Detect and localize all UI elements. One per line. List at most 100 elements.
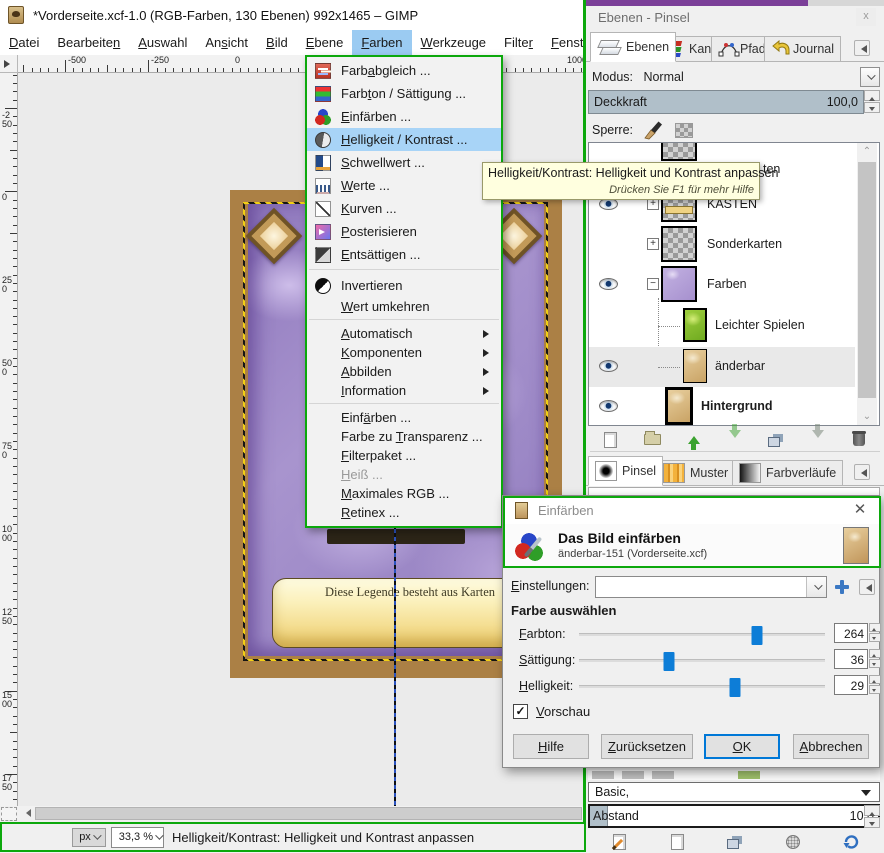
unit-select[interactable]: px xyxy=(72,828,106,847)
spin-down-icon[interactable] xyxy=(864,817,880,828)
menu-item-wert-umkehren[interactable]: Wert umkehren xyxy=(307,297,501,316)
dock-drag-strip[interactable] xyxy=(586,0,808,6)
ok-button[interactable]: OK xyxy=(704,734,780,759)
menu-werkzeuge[interactable]: Werkzeuge xyxy=(412,30,496,55)
menu-item-entsättigen[interactable]: Entsättigen ... xyxy=(307,243,501,266)
hilfe-button[interactable]: Hilfe xyxy=(513,734,589,759)
menu-item-einfärben[interactable]: Einfärben ... xyxy=(307,105,501,128)
dock-menu-button[interactable] xyxy=(854,40,870,56)
menu-ansicht[interactable]: Ansicht xyxy=(196,30,257,55)
edit-brush-button[interactable] xyxy=(606,831,632,853)
spin-up-icon[interactable] xyxy=(869,623,881,632)
brush-preset-select[interactable]: Basic, xyxy=(588,782,880,802)
slider-track[interactable] xyxy=(579,633,825,636)
spin-down-icon[interactable] xyxy=(869,659,881,668)
layer-row-hintergrund[interactable]: Hintergrund xyxy=(589,387,855,426)
tab-journal[interactable]: Journal xyxy=(764,36,841,62)
mode-dropdown-button[interactable] xyxy=(860,67,880,87)
raise-layer-button[interactable] xyxy=(681,429,707,451)
dialog-close-button[interactable]: ✕ xyxy=(849,499,871,521)
spin-down-icon[interactable] xyxy=(869,685,881,694)
spin-down-icon[interactable] xyxy=(869,633,881,642)
expander-plus-icon[interactable]: + xyxy=(647,238,659,250)
layer-row-farben[interactable]: −Farben xyxy=(589,265,855,305)
opacity-slider[interactable]: Deckkraft 100,0 xyxy=(588,90,864,114)
delete-layer-button[interactable] xyxy=(846,429,872,451)
horizontal-scrollbar[interactable] xyxy=(18,806,584,821)
lock-alpha-toggle[interactable] xyxy=(675,123,693,138)
slider-handle[interactable] xyxy=(730,678,741,697)
tab-muster[interactable]: Muster xyxy=(656,460,735,486)
presets-menu-button[interactable] xyxy=(859,579,875,595)
slider-value-input[interactable]: 264 xyxy=(834,623,868,643)
menu-farben[interactable]: Farben xyxy=(352,30,411,55)
spin-down-icon[interactable] xyxy=(864,102,880,113)
abbrechen-button[interactable]: Abbrechen xyxy=(793,734,869,759)
menu-item-kurven[interactable]: Kurven ... xyxy=(307,197,501,220)
layer-row-sonderkarten[interactable]: +Sonderkarten xyxy=(589,225,855,265)
slider-handle[interactable] xyxy=(752,626,763,645)
dialog-titlebar[interactable]: Einfärben ✕ xyxy=(503,496,881,524)
ruler-corner-button[interactable] xyxy=(0,55,18,73)
new-brush-button[interactable] xyxy=(664,831,690,853)
menu-item-information[interactable]: Information xyxy=(307,381,501,400)
slider-track[interactable] xyxy=(579,659,825,662)
menu-item-posterisieren[interactable]: Posterisieren xyxy=(307,220,501,243)
menu-item-maximales-rgb[interactable]: Maximales RGB ... xyxy=(307,484,501,503)
new-layer-button[interactable] xyxy=(598,429,624,451)
preview-checkbox[interactable]: ✓ xyxy=(513,704,528,719)
quickmask-toggle[interactable] xyxy=(1,807,17,821)
slider-value-input[interactable]: 36 xyxy=(834,649,868,669)
zoom-select[interactable]: 33,3 % xyxy=(111,827,164,848)
duplicate-layer-button[interactable] xyxy=(763,429,789,451)
menu-item-automatisch[interactable]: Automatisch xyxy=(307,324,501,343)
expander-minus-icon[interactable]: − xyxy=(647,278,659,290)
menu-item-farbe-zu-transparenz[interactable]: Farbe zu Transparenz ... xyxy=(307,427,501,446)
slider-track[interactable] xyxy=(579,685,825,688)
brush-dock-menu-button[interactable] xyxy=(854,464,870,480)
anchor-layer-button[interactable] xyxy=(805,429,831,451)
menu-item-retinex[interactable]: Retinex ... xyxy=(307,503,501,522)
menu-item-komponenten[interactable]: Komponenten xyxy=(307,343,501,362)
spacing-spinner[interactable] xyxy=(864,805,880,828)
slider-spinner[interactable] xyxy=(869,623,881,642)
scroll-down-button[interactable]: ⌄ xyxy=(857,408,877,425)
panel-close-button[interactable]: x xyxy=(856,8,876,26)
dropdown-button[interactable] xyxy=(806,577,826,597)
menu-item-schwellwert[interactable]: Schwellwert ... xyxy=(307,151,501,174)
visibility-eye-icon[interactable] xyxy=(599,360,618,372)
layer-row-änderbar[interactable]: änderbar xyxy=(589,347,855,387)
scroll-left-button[interactable] xyxy=(18,806,33,821)
menu-bild[interactable]: Bild xyxy=(257,30,297,55)
delete-brush-button[interactable] xyxy=(780,831,806,853)
lower-layer-button[interactable] xyxy=(722,429,748,451)
menu-item-werte[interactable]: Werte ... xyxy=(307,174,501,197)
new-group-button[interactable] xyxy=(639,429,665,451)
menu-item-invertieren[interactable]: Invertieren xyxy=(307,274,501,297)
slider-value-input[interactable]: 29 xyxy=(834,675,868,695)
spin-up-icon[interactable] xyxy=(869,675,881,684)
menu-item-einfärben[interactable]: Einfärben ... xyxy=(307,408,501,427)
opacity-spinner[interactable] xyxy=(864,90,880,113)
refresh-brushes-button[interactable] xyxy=(838,831,864,853)
layer-scroll-thumb[interactable] xyxy=(858,162,876,398)
duplicate-brush-button[interactable] xyxy=(722,831,748,853)
lock-pixels-brush-icon[interactable] xyxy=(643,120,665,140)
hscroll-thumb[interactable] xyxy=(35,807,582,820)
menu-item-farbabgleich[interactable]: Farbabgleich ... xyxy=(307,59,501,82)
menu-item-helligkeit-kontrast[interactable]: Helligkeit / Kontrast ... xyxy=(307,128,501,151)
layer-row-leichter-spielen[interactable]: Leichter Spielen xyxy=(589,305,855,347)
spacing-slider[interactable]: Abstand 10,0 xyxy=(588,804,880,828)
spin-up-icon[interactable] xyxy=(864,90,880,101)
menu-item-farbton-sättigung[interactable]: Farbton / Sättigung ... xyxy=(307,82,501,105)
slider-spinner[interactable] xyxy=(869,675,881,694)
zurcksetzen-button[interactable]: Zurücksetzen xyxy=(601,734,693,759)
presets-select[interactable] xyxy=(595,576,827,598)
menu-item-filterpaket[interactable]: Filterpaket ... xyxy=(307,446,501,465)
spin-up-icon[interactable] xyxy=(864,805,880,816)
menu-ebene[interactable]: Ebene xyxy=(297,30,353,55)
slider-handle[interactable] xyxy=(663,652,674,671)
menu-item-abbilden[interactable]: Abbilden xyxy=(307,362,501,381)
slider-spinner[interactable] xyxy=(869,649,881,668)
tab-ebenen[interactable]: Ebenen xyxy=(590,32,676,62)
